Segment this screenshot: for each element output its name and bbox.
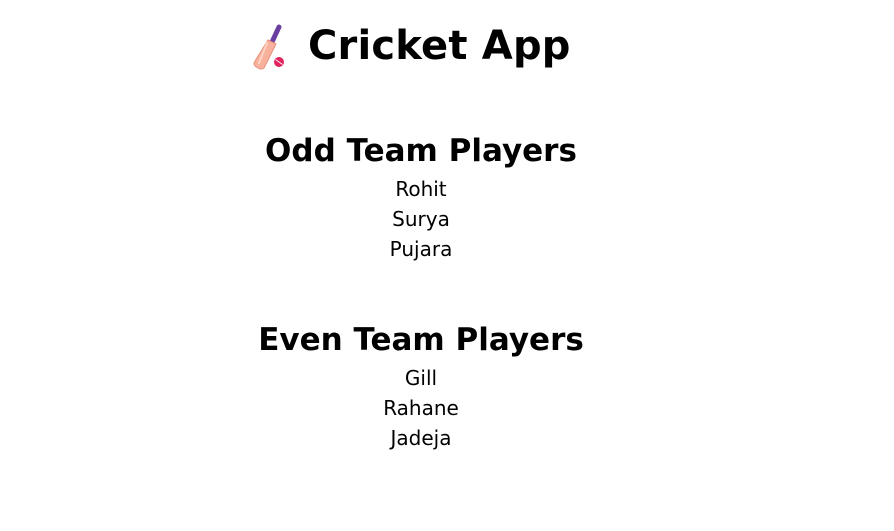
even-team-player-list: Gill Rahane Jadeja	[0, 363, 842, 453]
player-item: Gill	[404, 366, 438, 390]
app-root: Cricket App Odd Team Players Rohit Surya…	[0, 0, 894, 531]
player-item: Rohit	[395, 177, 447, 201]
app-header: Cricket App	[250, 18, 571, 74]
player-item: Pujara	[389, 237, 453, 261]
even-team-heading: Even Team Players	[258, 321, 584, 358]
player-item: Rahane	[383, 396, 459, 420]
player-item: Jadeja	[390, 426, 452, 450]
player-item: Surya	[392, 207, 450, 231]
app-title: Cricket App	[308, 23, 571, 69]
odd-team-heading: Odd Team Players	[265, 132, 577, 169]
cricket-bat-and-ball-icon	[250, 22, 286, 70]
odd-team-player-list: Rohit Surya Pujara	[0, 174, 842, 264]
